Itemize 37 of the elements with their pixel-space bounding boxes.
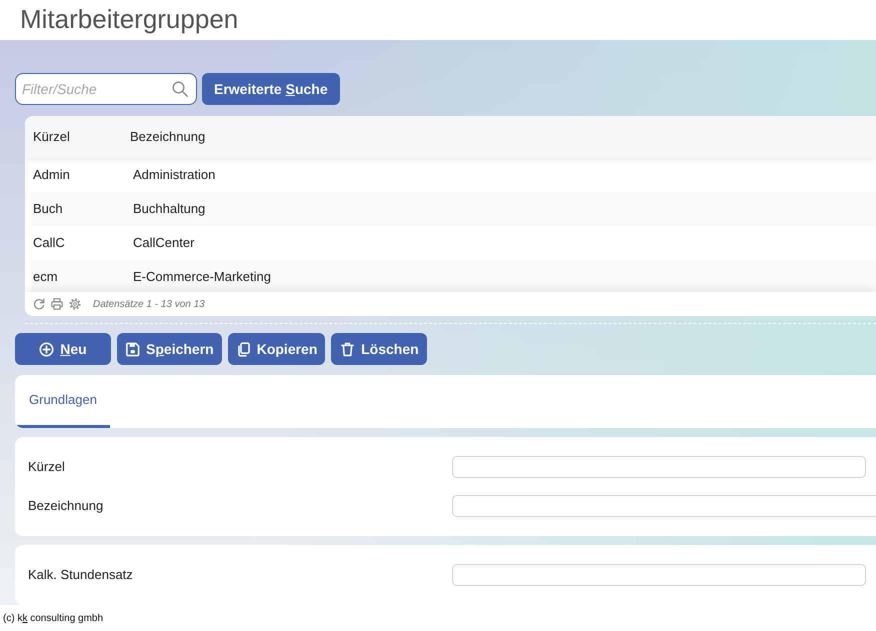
refresh-icon[interactable] [33, 298, 45, 310]
table-cell-text: E-Commerce-Marketing [133, 268, 271, 286]
field-label: Kalk. Stundensatz [28, 566, 134, 584]
column-header[interactable]: Bezeichnung [130, 127, 206, 147]
column-header[interactable]: Kürzel [33, 127, 130, 147]
trash-icon [340, 342, 356, 356]
text-input[interactable] [452, 495, 876, 517]
table-row[interactable]: Admin Administration [31, 158, 876, 192]
table-row[interactable]: ecm E-Commerce-Marketing [31, 260, 876, 292]
search-icon[interactable] [172, 81, 188, 97]
action-button[interactable]: Kopieren [228, 333, 326, 365]
text-input[interactable] [452, 564, 866, 586]
table-cell-text: CallC [33, 234, 66, 252]
plus-circle-icon [39, 342, 54, 356]
copyright-text: (c) kk consulting gmbh [3, 612, 104, 626]
action-button[interactable]: Speichern [117, 333, 222, 365]
settings-icon[interactable] [69, 298, 81, 310]
advanced-search-button[interactable]: Erweiterte Suche [202, 73, 340, 105]
page-title: Mitarbeitergruppen [20, 4, 238, 36]
text-input[interactable] [452, 456, 866, 478]
table-cell-text: Admin [33, 166, 71, 184]
table-row[interactable]: Buch Buchhaltung [31, 192, 876, 226]
action-button[interactable]: Neu [15, 333, 111, 365]
field-label: Kürzel [28, 458, 66, 476]
record-count: Datensätze 1 - 13 von 13 [93, 298, 205, 312]
table-row[interactable]: CallC CallCenter [31, 226, 876, 260]
search-field[interactable]: Filter/Suche [15, 73, 197, 105]
table-cell-text: Administration [133, 166, 216, 184]
table-cell-text: CallCenter [133, 234, 194, 252]
printer-icon[interactable] [51, 298, 63, 310]
field-label: Bezeichnung [28, 497, 104, 516]
table-cell-text: Buch [33, 200, 64, 218]
table-cell-text: Buchhaltung [133, 200, 206, 218]
copy-icon [236, 342, 251, 356]
tab[interactable]: Grundlagen [15, 375, 110, 428]
action-button[interactable]: Löschen [331, 333, 428, 365]
table-cell-text: ecm [33, 268, 59, 286]
